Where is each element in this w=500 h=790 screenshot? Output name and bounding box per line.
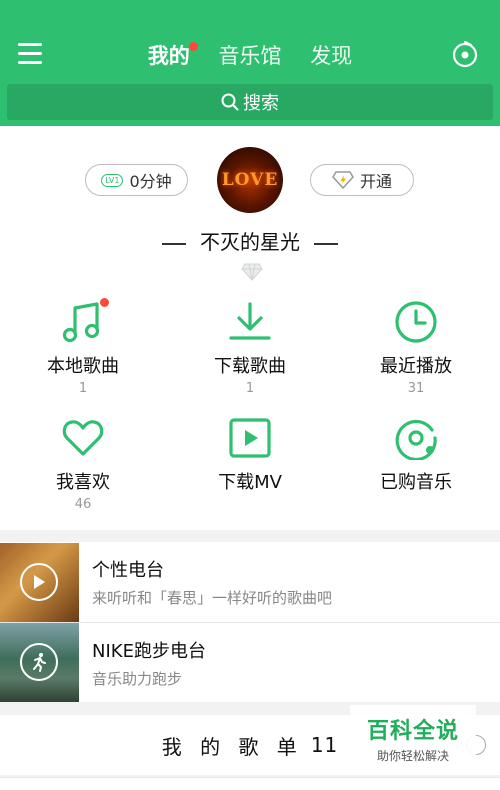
clock-icon xyxy=(394,300,438,344)
radio-subtitle: 来听听和「春思」一样好听的歌曲吧 xyxy=(92,589,333,607)
radio-item-personal[interactable]: 个性电台 来听听和「春思」一样好听的歌曲吧 xyxy=(0,542,500,622)
radio-list: 个性电台 来听听和「春思」一样好听的歌曲吧 NIKE跑步电台 音乐助力跑步 xyxy=(0,542,500,702)
shortcut-label: 最近播放 xyxy=(380,356,452,377)
shortcut-count: 1 xyxy=(78,381,88,396)
watermark: 百科全说 助你轻松解决 xyxy=(350,705,476,765)
vip-label: 开通 xyxy=(359,172,392,191)
diamond-level-icon xyxy=(241,263,263,281)
shortcut-count: 46 xyxy=(74,497,92,512)
app-header: 我的 音乐馆 发现 搜索 xyxy=(0,0,500,126)
shortcut-recent-played[interactable]: 最近播放 31 xyxy=(346,300,486,397)
radio-item-nike[interactable]: NIKE跑步电台 音乐助力跑步 xyxy=(0,622,500,702)
music-note-icon xyxy=(61,298,109,344)
level-badge: LV1 xyxy=(101,173,124,187)
radio-cover xyxy=(0,542,79,622)
search-label: 搜索 xyxy=(243,93,279,114)
shortcut-downloaded-songs[interactable]: 下载歌曲 1 xyxy=(180,300,320,397)
new-badge-dot xyxy=(100,298,109,307)
playlist-count: 11 xyxy=(310,733,339,757)
radio-title: NIKE跑步电台 xyxy=(92,640,206,662)
tab-discover[interactable]: 发现 xyxy=(310,40,352,70)
heart-icon xyxy=(61,416,105,460)
listen-time-text: 0分钟 xyxy=(129,172,172,191)
running-icon[interactable] xyxy=(20,643,58,681)
profile-panel: LV1 0分钟 LOVE 开通 不灭的星光 本地歌曲 1 下载歌曲 1 最近播放… xyxy=(0,126,500,530)
radio-title: 个性电台 xyxy=(92,560,164,581)
purchased-disc-icon xyxy=(394,416,438,462)
listen-time-button[interactable]: LV1 0分钟 xyxy=(85,164,188,196)
shortcut-local-songs[interactable]: 本地歌曲 1 xyxy=(13,298,153,397)
vip-diamond-icon xyxy=(332,171,354,189)
search-input[interactable]: 搜索 xyxy=(7,84,493,120)
shortcut-label: 本地歌曲 xyxy=(47,356,119,377)
username: 不灭的星光 xyxy=(0,226,500,255)
now-playing-icon[interactable] xyxy=(452,40,478,68)
shortcut-downloaded-mv[interactable]: 下载MV xyxy=(180,416,320,513)
search-icon xyxy=(221,93,239,111)
shortcut-label: 已购音乐 xyxy=(380,472,452,493)
avatar-art-text: LOVE xyxy=(221,170,279,190)
shortcut-favorites[interactable]: 我喜欢 46 xyxy=(13,416,153,513)
tab-music-hall[interactable]: 音乐馆 xyxy=(219,40,282,70)
shortcut-label: 下载MV xyxy=(218,472,282,493)
top-tabs: 我的 音乐馆 发现 xyxy=(0,40,500,70)
next-section-edge xyxy=(0,777,500,790)
playlist-label: 我 的 歌 单 xyxy=(161,734,303,759)
tab-mine[interactable]: 我的 xyxy=(147,40,198,70)
avatar[interactable]: LOVE xyxy=(217,147,283,213)
shortcut-count xyxy=(346,497,486,513)
watermark-title: 百科全说 xyxy=(366,719,459,744)
radio-cover xyxy=(0,623,79,702)
shortcut-label: 我喜欢 xyxy=(56,472,110,493)
notification-dot xyxy=(188,42,198,51)
watermark-subtitle: 助你轻松解决 xyxy=(376,749,449,763)
tab-mine-label: 我的 xyxy=(147,44,190,68)
mv-play-icon xyxy=(228,416,272,460)
shortcut-count: 31 xyxy=(407,381,425,396)
shortcut-count: 1 xyxy=(245,381,255,396)
shortcut-label: 下载歌曲 xyxy=(214,356,286,377)
play-icon[interactable] xyxy=(20,562,58,601)
shortcut-count xyxy=(180,497,320,513)
vip-open-button[interactable]: 开通 xyxy=(310,164,414,196)
shortcut-purchased-music[interactable]: 已购音乐 xyxy=(346,416,486,513)
download-icon xyxy=(228,300,272,344)
radio-subtitle: 音乐助力跑步 xyxy=(92,669,183,688)
username-text: 不灭的星光 xyxy=(200,230,300,254)
